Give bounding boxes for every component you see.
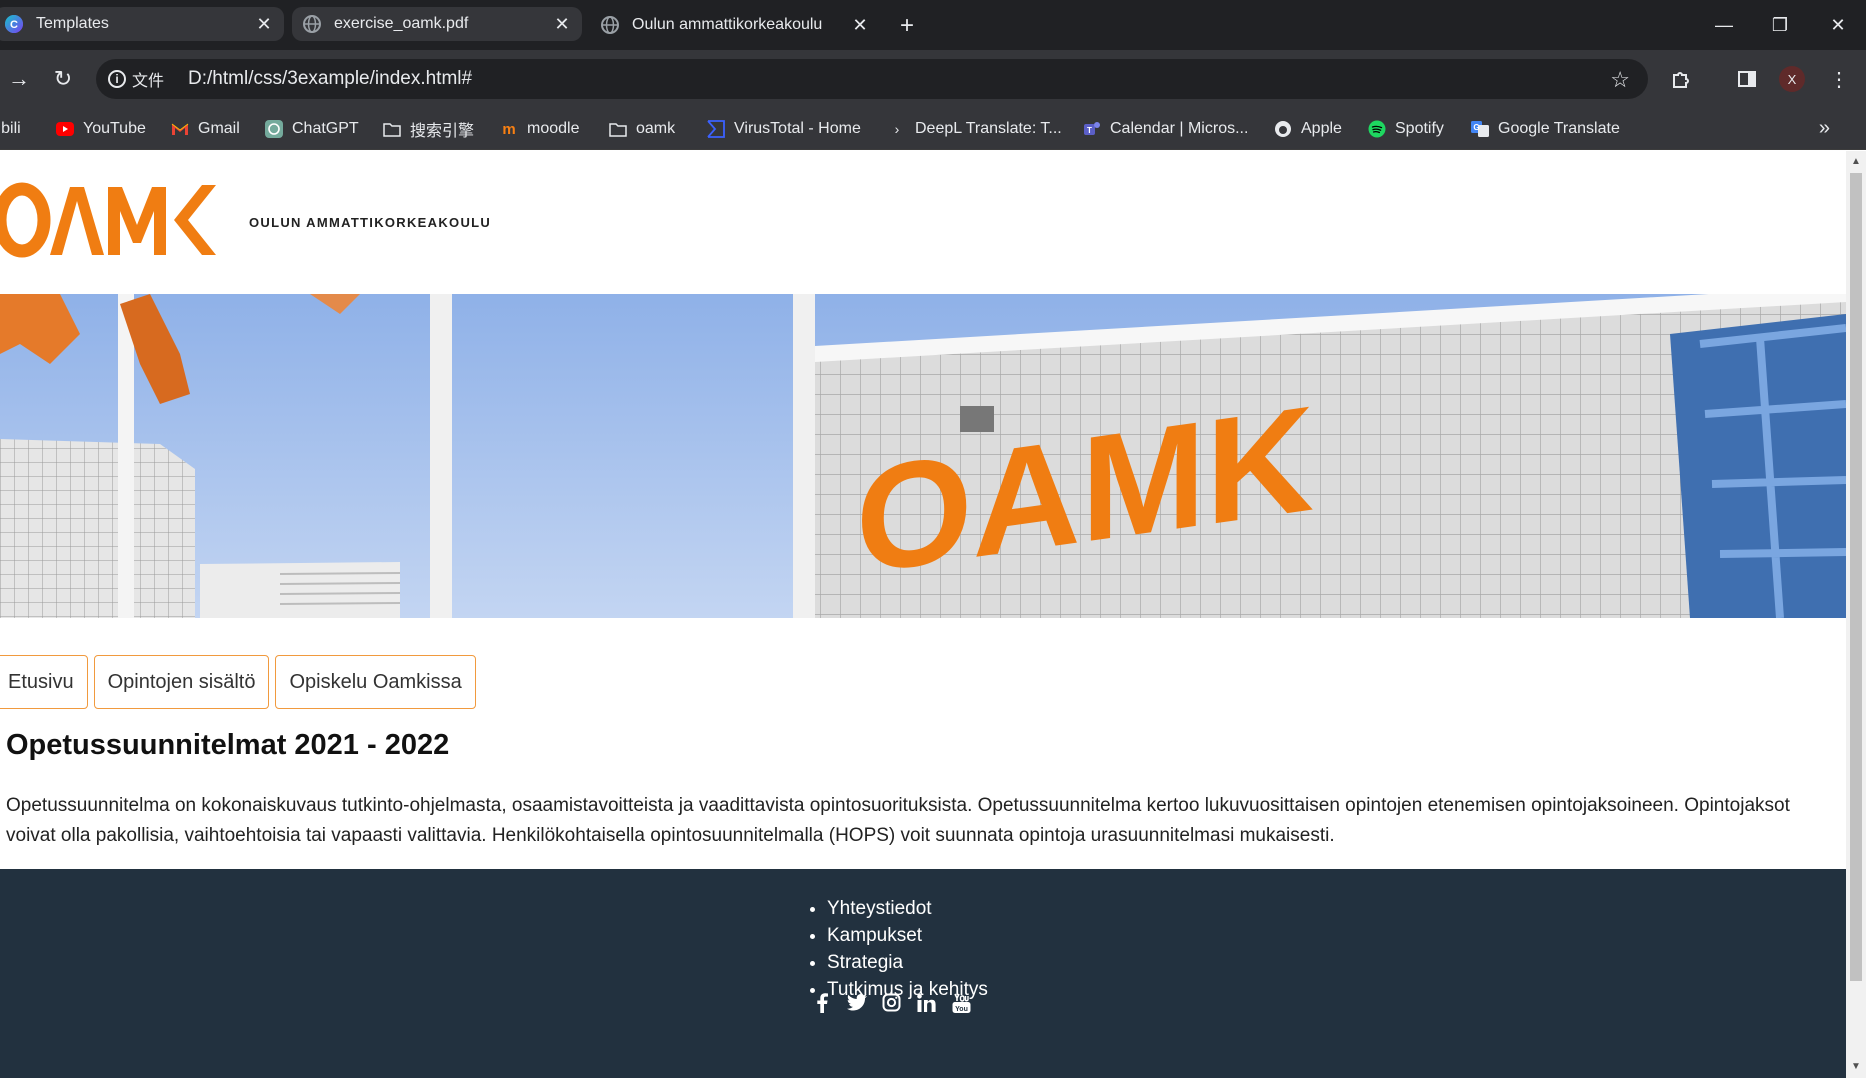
instagram-icon[interactable] — [880, 991, 903, 1014]
hero-photo: OAMK — [0, 294, 1846, 618]
google-translate-icon: G — [1471, 120, 1489, 138]
tab-close-icon[interactable]: ✕ — [252, 12, 276, 36]
main-nav: Etusivu Opintojen sisältö Opiskelu Oamki… — [0, 655, 476, 709]
chatgpt-icon — [265, 120, 283, 138]
page-scrollbar[interactable]: ▲ ▼ — [1846, 151, 1866, 1078]
svg-text:G: G — [1473, 123, 1479, 132]
bookmark-deepl[interactable]: › DeepL Translate: T... — [888, 117, 1062, 141]
bookmark-chatgpt[interactable]: ChatGPT — [265, 117, 359, 141]
reload-icon[interactable]: ↻ — [46, 62, 80, 96]
deepl-icon: › — [894, 121, 900, 137]
window-close-icon[interactable]: ✕ — [1818, 10, 1858, 40]
gmail-icon — [171, 120, 189, 138]
footer-links: Yhteystiedot Kampukset Strategia Tutkimu… — [806, 895, 988, 1003]
tab-oamk[interactable]: Oulun ammattikorkeakoulu ✕ — [590, 8, 880, 42]
tab-title: Templates — [36, 15, 109, 32]
oamk-logo[interactable] — [0, 181, 218, 259]
page-title: Opetussuunnitelmat 2021 - 2022 — [6, 729, 450, 761]
bookmark-youtube[interactable]: YouTube — [56, 117, 146, 141]
nav-opintojen-sisalto-button[interactable]: Opintojen sisältö — [93, 655, 270, 709]
footer-link-strategia[interactable]: Strategia — [827, 949, 988, 976]
social-links: You — [810, 991, 973, 1014]
scroll-up-icon[interactable]: ▲ — [1851, 157, 1861, 167]
bookmark-bilibili[interactable]: libili — [0, 117, 21, 141]
forward-icon[interactable]: → — [2, 62, 36, 96]
site-info-button[interactable]: i 文件 — [108, 67, 164, 91]
bookmark-google-translate[interactable]: G Google Translate — [1471, 117, 1620, 141]
folder-icon — [609, 120, 627, 138]
tab-title: Oulun ammattikorkeakoulu — [632, 16, 823, 33]
url-text[interactable]: D:/html/css/3example/index.html# — [188, 68, 472, 90]
bookmark-calendar[interactable]: T Calendar | Micros... — [1083, 117, 1248, 141]
menu-icon[interactable]: ⋮ — [1822, 62, 1856, 96]
restore-icon[interactable]: ❐ — [1760, 10, 1800, 40]
footer-link-yhteystiedot[interactable]: Yhteystiedot — [827, 895, 988, 922]
tab-strip: C Templates ✕ exercise_oamk.pdf ✕ Oulun … — [0, 0, 1866, 50]
folder-icon — [383, 120, 401, 138]
tab-title: exercise_oamk.pdf — [334, 15, 469, 32]
tab-templates[interactable]: C Templates ✕ — [0, 7, 284, 41]
bookmark-search-engines[interactable]: 搜索引擎 — [383, 117, 474, 141]
teams-icon: T — [1083, 120, 1101, 138]
youtube-icon — [56, 120, 74, 138]
youtube-icon[interactable]: You — [950, 991, 973, 1014]
logo-subtitle: OULUN AMMATTIKORKEAKOULU — [249, 215, 492, 230]
bookmark-gmail[interactable]: Gmail — [171, 117, 240, 141]
address-bar[interactable]: i 文件 D:/html/css/3example/index.html# ☆ — [96, 59, 1648, 99]
nav-opiskelu-oamkissa-button[interactable]: Opiskelu Oamkissa — [275, 655, 476, 709]
bookmark-apple[interactable]: Apple — [1274, 117, 1342, 141]
bookmark-moodle[interactable]: m moodle — [500, 117, 579, 141]
spotify-icon — [1368, 120, 1386, 138]
new-tab-button[interactable]: + — [893, 12, 921, 40]
apple-icon — [1274, 120, 1292, 138]
page-viewport: OULUN AMMATTIKORKEAKOULU OAMK Etusivu Op… — [0, 151, 1846, 1078]
footer-link-kampukset[interactable]: Kampukset — [827, 922, 988, 949]
profile-avatar[interactable]: X — [1775, 62, 1809, 96]
hero-image: OAMK — [0, 294, 1846, 618]
svg-text:T: T — [1087, 126, 1092, 135]
scrollbar-thumb[interactable] — [1850, 173, 1862, 981]
site-header: OULUN AMMATTIKORKEAKOULU — [0, 151, 1846, 294]
scheme-label: 文件 — [132, 73, 165, 90]
site-footer: Yhteystiedot Kampukset Strategia Tutkimu… — [0, 869, 1846, 1078]
bookmark-star-icon[interactable]: ☆ — [1610, 67, 1630, 93]
linkedin-icon[interactable] — [915, 991, 938, 1014]
globe-icon — [303, 15, 321, 33]
globe-icon — [601, 16, 619, 34]
canva-icon: C — [5, 15, 23, 33]
intro-paragraph: Opetussuunnitelma on kokonaiskuvaus tutk… — [6, 795, 1790, 846]
extensions-icon[interactable] — [1664, 62, 1698, 96]
virustotal-icon — [707, 120, 725, 138]
twitter-icon[interactable] — [845, 991, 868, 1014]
bookmark-oamk[interactable]: oamk — [609, 117, 675, 141]
bookmark-virustotal[interactable]: VirusTotal - Home — [707, 117, 861, 141]
info-icon: i — [108, 70, 126, 88]
moodle-icon: m — [502, 120, 516, 138]
tab-close-icon[interactable]: ✕ — [848, 13, 872, 37]
nav-etusivu-button[interactable]: Etusivu — [0, 655, 88, 709]
facebook-icon[interactable] — [810, 991, 833, 1014]
bookmark-spotify[interactable]: Spotify — [1368, 117, 1444, 141]
side-panel-icon[interactable] — [1730, 62, 1764, 96]
browser-toolbar: → ↻ i 文件 D:/html/css/3example/index.html… — [0, 50, 1866, 108]
bookmarks-bar: libili YouTube Gmail ChatGPT 搜索引擎 m mood… — [0, 108, 1866, 150]
tab-close-icon[interactable]: ✕ — [550, 12, 574, 36]
more-bookmarks-icon[interactable]: » — [1819, 117, 1830, 140]
scroll-down-icon[interactable]: ▼ — [1851, 1062, 1861, 1072]
svg-text:You: You — [955, 1006, 968, 1013]
minimize-icon[interactable]: ― — [1704, 10, 1744, 40]
tab-exercise-pdf[interactable]: exercise_oamk.pdf ✕ — [292, 7, 582, 41]
svg-text:C: C — [10, 19, 18, 31]
